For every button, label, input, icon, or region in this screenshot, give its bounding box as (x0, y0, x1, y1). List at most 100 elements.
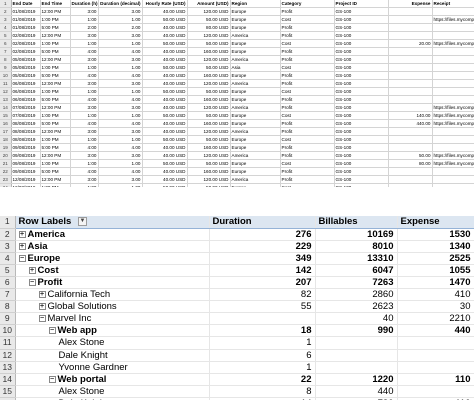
pivot-duration-value[interactable]: 6 (209, 349, 316, 362)
table-cell[interactable]: https://files.mycompa (432, 15, 474, 24)
pivot-duration-value[interactable]: 276 (209, 228, 316, 241)
table-cell[interactable]: 160.00 USD (187, 47, 231, 56)
table-cell[interactable]: 40.00 USD (142, 31, 188, 40)
table-cell[interactable]: 4.00 (98, 47, 143, 56)
collapse-icon[interactable]: − (18, 254, 26, 262)
table-cell[interactable]: 05/08/2019 (11, 63, 41, 72)
table-cell[interactable]: Profit (280, 175, 335, 184)
row-number[interactable]: 14 (0, 103, 12, 112)
table-cell[interactable]: GS-100 (334, 39, 389, 48)
row-number[interactable]: 22 (0, 167, 12, 176)
table-cell[interactable] (432, 79, 474, 88)
row-number[interactable]: 9 (0, 63, 12, 72)
table-cell[interactable] (432, 63, 474, 72)
table-cell[interactable]: 09/08/2019 (11, 167, 41, 176)
table-cell[interactable]: 50.00 USD (187, 159, 231, 168)
table-cell[interactable] (388, 23, 433, 32)
row-number[interactable]: 3 (0, 15, 12, 24)
column-header[interactable]: Duration (h) (70, 0, 99, 8)
table-cell[interactable]: 12:00 PM (40, 55, 71, 64)
pivot-row-label[interactable]: Alex Stone (15, 336, 210, 350)
table-cell[interactable]: Europe (230, 167, 281, 176)
table-cell[interactable]: 50.00 (388, 151, 433, 160)
table-cell[interactable] (388, 63, 433, 72)
filter-dropdown-icon[interactable]: ▼ (77, 217, 87, 227)
pivot-expense-value[interactable]: 30 (397, 300, 474, 314)
table-cell[interactable]: 120.00 USD (187, 127, 231, 136)
table-cell[interactable]: 4.00 (98, 95, 143, 104)
pivot-expense-value[interactable] (397, 385, 474, 398)
pivot-expense-value[interactable]: 1470 (397, 276, 474, 290)
table-cell[interactable]: 12:00 PM (40, 31, 71, 40)
table-cell[interactable] (432, 175, 474, 184)
pivot-row-label[interactable]: Dale Knight (15, 349, 210, 362)
table-cell[interactable]: 40.00 USD (142, 7, 188, 16)
table-cell[interactable]: 1:00 (70, 135, 99, 144)
column-header[interactable]: Expense (388, 0, 433, 8)
pivot-duration-value[interactable]: 22 (209, 373, 316, 386)
table-cell[interactable]: 40.00 USD (142, 47, 188, 56)
expand-icon[interactable]: + (38, 303, 46, 311)
collapse-icon[interactable]: − (48, 327, 56, 335)
table-cell[interactable]: GS-100 (334, 111, 389, 120)
table-cell[interactable]: 12:00 PM (40, 175, 71, 184)
table-cell[interactable]: 40.00 USD (142, 143, 188, 152)
row-number[interactable]: 15 (0, 111, 12, 120)
table-cell[interactable]: America (230, 127, 281, 136)
table-cell[interactable]: 06/08/2019 (11, 79, 41, 88)
row-number[interactable]: 11 (0, 336, 16, 350)
expand-icon[interactable]: + (18, 230, 26, 238)
table-cell[interactable]: Cost (280, 159, 335, 168)
table-cell[interactable]: 08/08/2019 (11, 127, 41, 136)
table-cell[interactable]: 01/08/2019 (11, 23, 41, 32)
table-cell[interactable]: 3:00 (70, 103, 99, 112)
table-cell[interactable]: 120.00 USD (187, 151, 231, 160)
row-number[interactable]: 2 (0, 228, 16, 241)
table-cell[interactable]: Profit (280, 143, 335, 152)
table-cell[interactable]: Europe (230, 39, 281, 48)
table-cell[interactable]: 1:00 PM (40, 39, 71, 48)
table-cell[interactable] (388, 143, 433, 152)
table-cell[interactable]: 40.00 USD (142, 95, 188, 104)
table-cell[interactable]: 3.00 (98, 79, 143, 88)
pivot-header-duration[interactable]: Duration (209, 216, 316, 229)
table-cell[interactable]: 50.00 USD (142, 87, 188, 96)
table-cell[interactable]: 05/08/2019 (11, 55, 41, 64)
table-cell[interactable]: 3.00 (98, 175, 143, 184)
table-cell[interactable]: GS-100 (334, 79, 389, 88)
table-cell[interactable]: GS-100 (334, 95, 389, 104)
row-number[interactable]: 3 (0, 240, 16, 253)
table-cell[interactable]: 07/08/2019 (11, 103, 41, 112)
table-cell[interactable]: Asia (230, 63, 281, 72)
table-cell[interactable]: 120.00 USD (187, 31, 231, 40)
pivot-header-billables[interactable]: Billables (315, 216, 398, 229)
row-number[interactable]: 10 (0, 71, 12, 80)
pivot-row-label[interactable]: Yvonne Gardner (15, 361, 210, 374)
table-cell[interactable]: Profit (280, 103, 335, 112)
table-cell[interactable]: 80.00 USD (187, 23, 231, 32)
row-number[interactable]: 15 (0, 385, 16, 398)
pivot-expense-value[interactable]: 1055 (397, 264, 474, 277)
table-cell[interactable]: GS-100 (334, 151, 389, 160)
row-number[interactable]: 23 (0, 175, 12, 184)
table-cell[interactable]: Profit (280, 47, 335, 56)
table-cell[interactable]: 120.00 USD (187, 103, 231, 112)
pivot-duration-value[interactable]: 229 (209, 240, 316, 253)
table-cell[interactable]: America (230, 103, 281, 112)
table-cell[interactable]: America (230, 175, 281, 184)
pivot-billables-value[interactable]: 8010 (315, 240, 398, 253)
pivot-expense-value[interactable]: 440 (397, 324, 474, 338)
table-cell[interactable]: Europe (230, 87, 281, 96)
pivot-duration-value[interactable]: 18 (209, 324, 316, 338)
pivot-billables-value[interactable]: 440 (315, 385, 398, 398)
row-number[interactable]: 12 (0, 87, 12, 96)
table-cell[interactable]: https://files.mycompa (432, 39, 474, 48)
table-cell[interactable]: 5:00 PM (40, 143, 71, 152)
pivot-expense-value[interactable]: 110 (397, 373, 474, 386)
table-cell[interactable]: Europe (230, 119, 281, 128)
table-cell[interactable]: 50.00 USD (187, 135, 231, 144)
table-cell[interactable] (432, 23, 474, 32)
row-number[interactable]: 19 (0, 143, 12, 152)
column-header[interactable]: Amount (USD) (187, 0, 231, 8)
table-cell[interactable]: 1.00 (98, 15, 143, 24)
